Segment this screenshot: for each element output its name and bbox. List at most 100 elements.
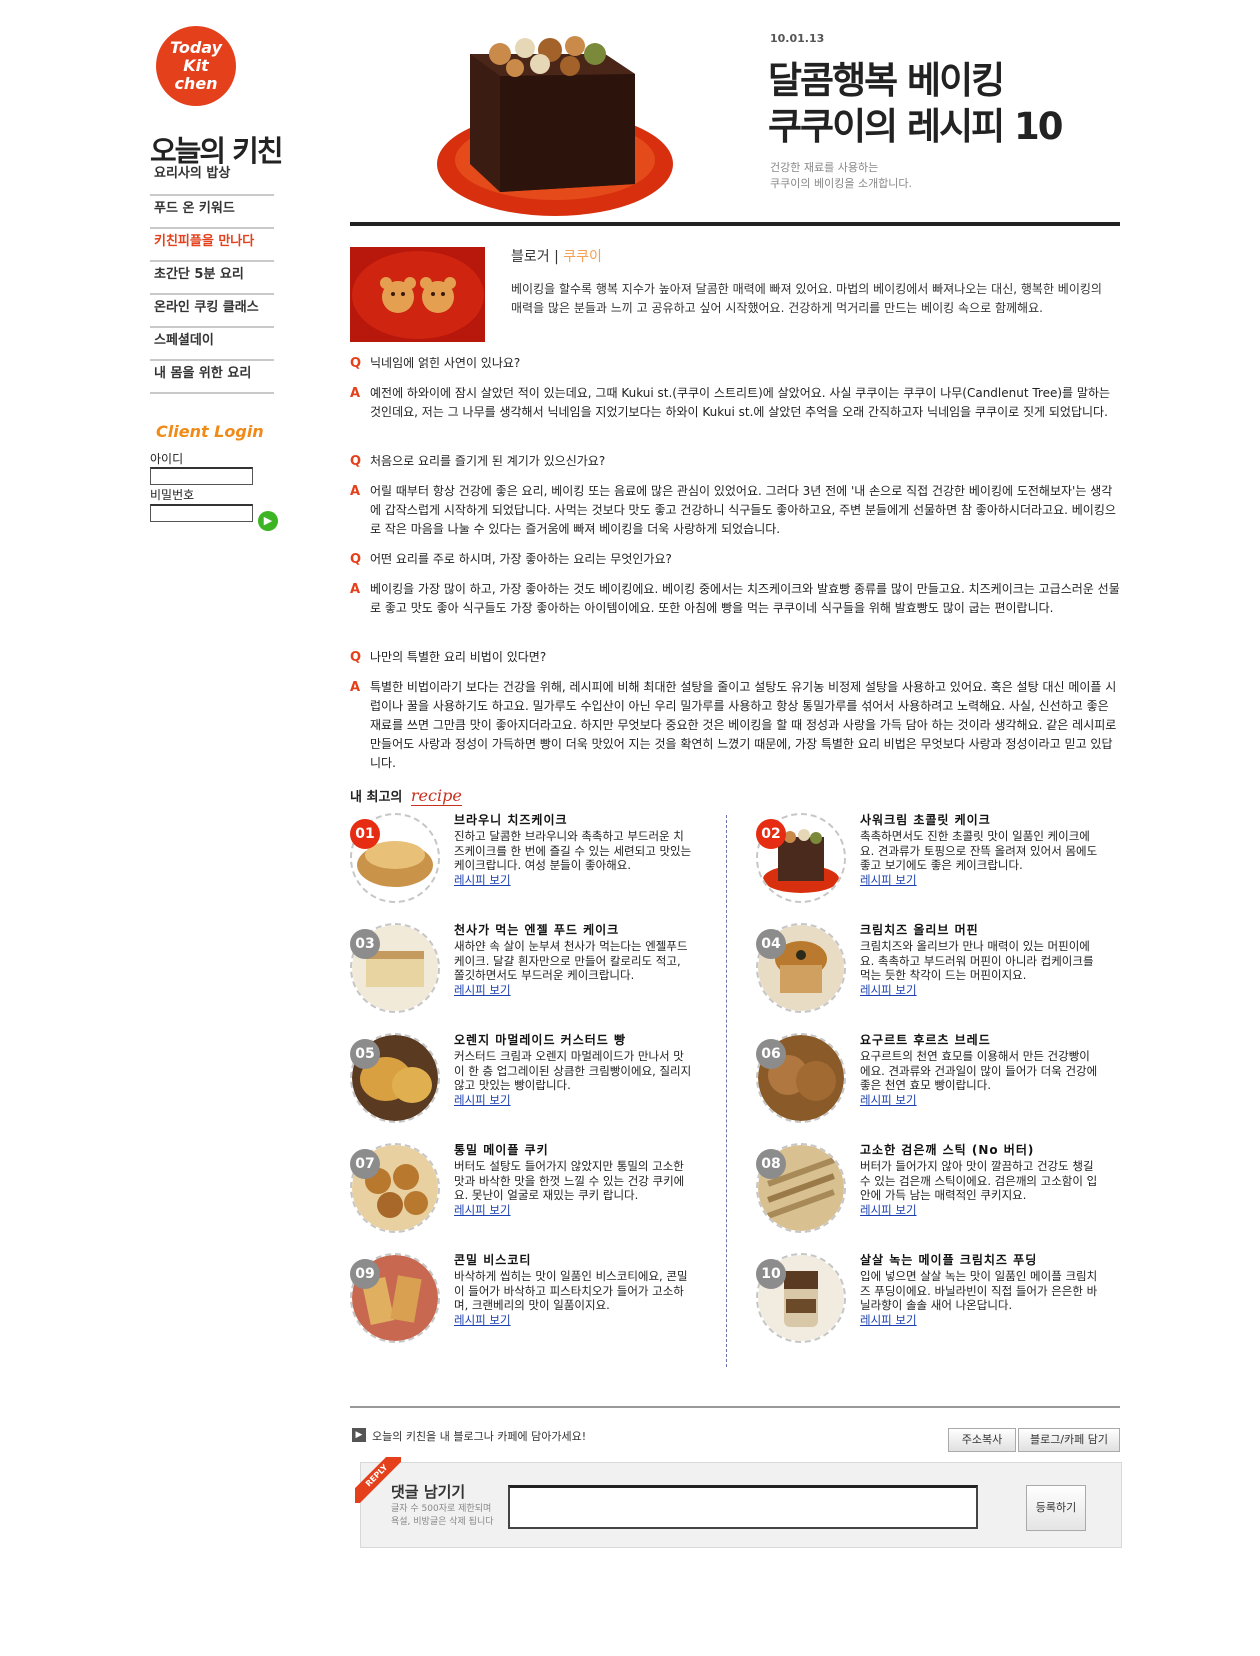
recipe-view-link[interactable]: 레시피 보기 bbox=[454, 1203, 694, 1218]
qa-item: A 베이킹을 가장 많이 하고, 가장 좋아하는 것도 베이킹에요. 베이킹 중… bbox=[350, 580, 1120, 618]
sidebar-item-chef-table[interactable]: 요리사의 밥상 bbox=[150, 164, 274, 196]
subhead-line2: 쿠쿠이의 베이킹을 소개합니다. bbox=[770, 177, 913, 190]
sidebar-item-kitchen-people[interactable]: 키친피플을 만나다 bbox=[150, 229, 274, 262]
recipe-view-link[interactable]: 레시피 보기 bbox=[454, 1093, 694, 1108]
recipe-desc-text: 촉촉하면서도 진한 초콜릿 맛이 일품인 케이크에요. 견과류가 토핑으로 잔뜩… bbox=[860, 829, 1098, 872]
recipe-title: 브라우니 치즈케이크 bbox=[454, 813, 568, 827]
answer-text: 특별한 비법이라기 보다는 건강을 위해, 레시피에 비해 최대한 설탕을 줄이… bbox=[370, 680, 1117, 770]
recipe-card: 03 천사가 먹는 엔젤 푸드 케이크 새하얀 속 살이 눈부셔 천사가 먹는다… bbox=[350, 921, 710, 1026]
answer-marker: A bbox=[350, 484, 361, 499]
recipe-card: 02 사워크림 초콜릿 케이크 촉촉하면서도 진한 초콜릿 맛이 일품인 케이크… bbox=[756, 811, 1116, 916]
sidebar-item-special-day[interactable]: 스페셜데이 bbox=[150, 328, 274, 361]
recipe-title: 천사가 먹는 엔젤 푸드 케이크 bbox=[454, 923, 620, 937]
password-label: 비밀번호 bbox=[150, 488, 195, 502]
recipe-number-badge: 03 bbox=[350, 929, 380, 959]
recipe-view-link[interactable]: 레시피 보기 bbox=[860, 1093, 1100, 1108]
site-logo[interactable]: Today Kit chen bbox=[156, 26, 236, 106]
recipe-view-link[interactable]: 레시피 보기 bbox=[860, 1203, 1100, 1218]
recipe-number-badge: 01 bbox=[350, 819, 380, 849]
question-text: 처음으로 요리를 즐기게 된 계기가 있으신가요? bbox=[370, 454, 606, 468]
recipe-card: 06 요구르트 후르츠 브레드 요구르트의 천연 효모를 이용해서 만든 건강빵… bbox=[756, 1031, 1116, 1136]
recipe-description: 버터가 들어가지 않아 맛이 깔끔하고 건강도 챙길 수 있는 검은깨 스틱이에… bbox=[860, 1159, 1100, 1217]
question-marker: Q bbox=[350, 454, 362, 469]
issue-date: 10.01.13 bbox=[770, 32, 825, 45]
subhead-line1: 건강한 재료를 사용하는 bbox=[770, 161, 879, 174]
arrow-right-icon: ▶ bbox=[352, 1428, 366, 1442]
recipe-number-badge: 07 bbox=[350, 1149, 380, 1179]
recipe-title: 요구르트 후르츠 브레드 bbox=[860, 1033, 991, 1047]
recipes-heading-prefix: 내 최고의 bbox=[350, 790, 403, 805]
question-text: 닉네임에 얽힌 사연이 있나요? bbox=[370, 356, 521, 370]
recipe-number-badge: 02 bbox=[756, 819, 786, 849]
recipe-card: 08 고소한 검은깨 스틱 (No 버터) 버터가 들어가지 않아 맛이 깔끔하… bbox=[756, 1141, 1116, 1246]
recipe-description: 크림치즈와 올리브가 만나 매력이 있는 머핀이에요. 촉촉하고 부드러워 머핀… bbox=[860, 939, 1100, 997]
recipe-desc-text: 요구르트의 천연 효모를 이용해서 만든 건강빵이에요. 견과류와 건과일이 많… bbox=[860, 1049, 1098, 1092]
answer-marker: A bbox=[350, 680, 361, 695]
recipe-description: 새하얀 속 살이 눈부셔 천사가 먹는다는 엔젤푸드 케이크. 달걀 흰자만으로… bbox=[454, 939, 694, 997]
blog-cafe-share-button[interactable]: 블로그/카페 담기 bbox=[1018, 1428, 1120, 1452]
login-go-button[interactable]: ▶ bbox=[258, 511, 278, 531]
answer-text: 어릴 때부터 항상 건강에 좋은 요리, 베이킹 또는 음료에 많은 관심이 있… bbox=[370, 484, 1116, 536]
qa-item: A 특별한 비법이라기 보다는 건강을 위해, 레시피에 비해 최대한 설탕을 … bbox=[350, 678, 1120, 773]
recipe-desc-text: 크림치즈와 올리브가 만나 매력이 있는 머핀이에요. 촉촉하고 부드러워 머핀… bbox=[860, 939, 1094, 982]
chocolate-cake-hero-image bbox=[437, 36, 673, 216]
reply-note: 글자 수 500자로 제한되며 욕설, 비방글은 삭제 됩니다 bbox=[391, 1503, 494, 1529]
sidebar-item-5min-cooking[interactable]: 초간단 5분 요리 bbox=[150, 262, 274, 295]
page-subheadline: 건강한 재료를 사용하는 쿠쿠이의 베이킹을 소개합니다. bbox=[770, 160, 912, 192]
sidebar-item-food-keyword[interactable]: 푸드 온 키워드 bbox=[150, 196, 274, 229]
question-marker: Q bbox=[350, 356, 362, 371]
blogger-line: 블로거 | 쿠쿠이 bbox=[511, 246, 602, 266]
logo-line3: chen bbox=[174, 74, 218, 93]
recipe-description: 입에 넣으면 살살 녹는 맛이 일품인 메이플 크림치즈 푸딩이에요. 바닐라빈… bbox=[860, 1269, 1100, 1327]
recipe-title: 콘밀 비스코티 bbox=[454, 1253, 532, 1267]
recipe-card: 07 통밀 메이플 쿠키 버터도 설탕도 들어가지 않았지만 통밀의 고소한 맛… bbox=[350, 1141, 710, 1246]
header-divider bbox=[350, 222, 1120, 226]
reply-title: 댓글 남기기 bbox=[391, 1483, 466, 1501]
recipe-number-badge: 09 bbox=[350, 1259, 380, 1289]
recipe-view-link[interactable]: 레시피 보기 bbox=[860, 873, 1100, 888]
recipe-desc-text: 커스터드 크림과 오렌지 마멀레이드가 만나서 맛이 한 층 업그레이된 상큼한… bbox=[454, 1049, 692, 1092]
recipe-desc-text: 새하얀 속 살이 눈부셔 천사가 먹는다는 엔젤푸드 케이크. 달걀 흰자만으로… bbox=[454, 939, 688, 982]
recipe-card: 09 콘밀 비스코티 바삭하게 씹히는 맛이 일품인 비스코티에요, 콘밀이 들… bbox=[350, 1251, 710, 1356]
answer-text: 베이킹을 가장 많이 하고, 가장 좋아하는 것도 베이킹에요. 베이킹 중에서… bbox=[370, 582, 1120, 615]
reply-textarea[interactable] bbox=[508, 1485, 978, 1529]
client-login-title: Client Login bbox=[156, 422, 264, 441]
recipe-description: 요구르트의 천연 효모를 이용해서 만든 건강빵이에요. 견과류와 건과일이 많… bbox=[860, 1049, 1100, 1107]
answer-marker: A bbox=[350, 582, 361, 597]
question-text: 어떤 요리를 주로 하시며, 가장 좋아하는 요리는 무엇인가요? bbox=[370, 552, 672, 566]
recipes-column-divider bbox=[726, 815, 727, 1367]
recipe-view-link[interactable]: 레시피 보기 bbox=[454, 1313, 694, 1328]
recipe-description: 바삭하게 씹히는 맛이 일품인 비스코티에요, 콘밀이 들어가 바삭하고 피스타… bbox=[454, 1269, 694, 1327]
recipe-view-link[interactable]: 레시피 보기 bbox=[454, 873, 694, 888]
recipe-view-link[interactable]: 레시피 보기 bbox=[860, 1313, 1100, 1328]
bear-cookies-photo bbox=[350, 247, 485, 342]
qa-item: Q 닉네임에 얽힌 사연이 있나요? bbox=[350, 354, 1120, 373]
blogger-name: 쿠쿠이 bbox=[563, 249, 602, 265]
headline-line2: 쿠쿠이의 레시피 10 bbox=[768, 105, 1064, 148]
recipes-heading: 내 최고의 recipe bbox=[350, 786, 462, 806]
recipe-desc-text: 바삭하게 씹히는 맛이 일품인 비스코티에요, 콘밀이 들어가 바삭하고 피스타… bbox=[454, 1269, 688, 1312]
recipe-number-badge: 06 bbox=[756, 1039, 786, 1069]
recipe-description: 진하고 달콤한 브라우니와 촉촉하고 부드러운 치즈케이크를 한 번에 즐길 수… bbox=[454, 829, 694, 887]
recipe-number-badge: 04 bbox=[756, 929, 786, 959]
answer-marker: A bbox=[350, 386, 361, 401]
copy-address-button[interactable]: 주소복사 bbox=[948, 1428, 1016, 1452]
sidebar-item-online-class[interactable]: 온라인 쿠킹 클래스 bbox=[150, 295, 274, 328]
recipe-title: 고소한 검은깨 스틱 (No 버터) bbox=[860, 1143, 1035, 1157]
recipe-card: 04 크림치즈 올리브 머핀 크림치즈와 올리브가 만나 매력이 있는 머핀이에… bbox=[756, 921, 1116, 1026]
blogger-label: 블로거 | bbox=[511, 249, 559, 265]
share-text: 오늘의 키친을 내 블로그나 카페에 담아가세요! bbox=[372, 1430, 587, 1443]
recipes-heading-script: recipe bbox=[410, 786, 462, 806]
recipe-view-link[interactable]: 레시피 보기 bbox=[454, 983, 694, 998]
recipe-title: 크림치즈 올리브 머핀 bbox=[860, 923, 979, 937]
submit-reply-button[interactable]: 등록하기 bbox=[1026, 1485, 1086, 1531]
id-label: 아이디 bbox=[150, 452, 184, 466]
qa-item: Q 어떤 요리를 주로 하시며, 가장 좋아하는 요리는 무엇인가요? bbox=[350, 550, 1120, 569]
recipe-number-badge: 10 bbox=[756, 1259, 786, 1289]
id-input[interactable] bbox=[150, 467, 253, 485]
sidebar-item-health-cooking[interactable]: 내 몸을 위한 요리 bbox=[150, 361, 274, 394]
recipe-view-link[interactable]: 레시피 보기 bbox=[860, 983, 1100, 998]
recipe-number-badge: 08 bbox=[756, 1149, 786, 1179]
password-input[interactable] bbox=[150, 504, 253, 522]
page-headline: 달콤행복 베이킹 쿠쿠이의 레시피 10 bbox=[768, 58, 1064, 150]
